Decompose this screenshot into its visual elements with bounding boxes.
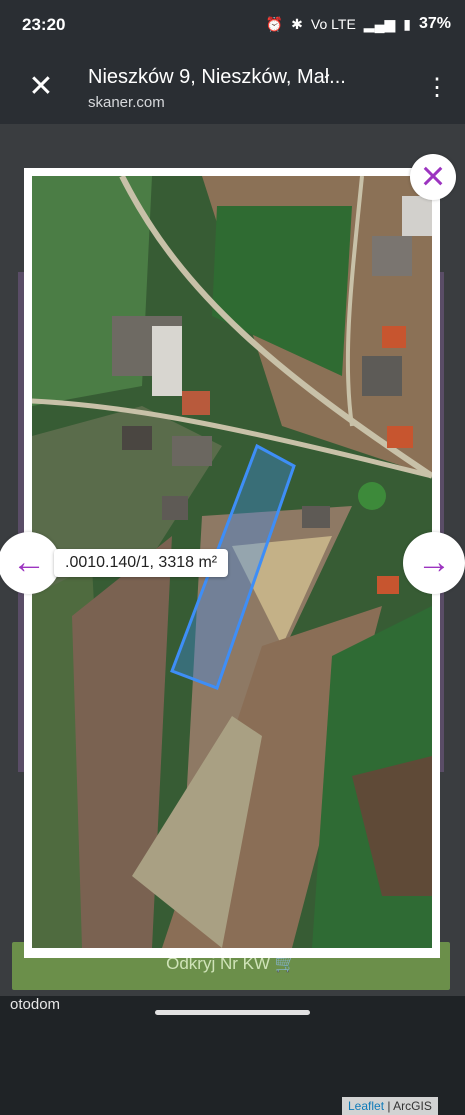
next-image-button[interactable]: → (403, 532, 465, 594)
network-label: Vo LTE (310, 16, 356, 32)
parcel-tooltip: .0010.140/1, 3318 m² (54, 549, 229, 577)
close-icon: × (420, 152, 446, 199)
status-icons: ⏰ ✱ Vo LTE ▂▄▆ ▮ 37% (266, 15, 451, 33)
menu-icon[interactable]: ⋮ (425, 74, 449, 102)
close-modal-button[interactable]: × (410, 154, 456, 200)
arcgis-label: ArcGIS (393, 1099, 432, 1113)
status-time: 23:20 (22, 15, 66, 34)
status-bar: 23:20 ⏰ ✱ Vo LTE ▂▄▆ ▮ 37% (0, 0, 465, 52)
attribution-separator: | (387, 1099, 391, 1113)
page-url: skaner.com (88, 94, 165, 111)
gesture-bar[interactable] (155, 1010, 310, 1015)
footer: otodom (0, 996, 465, 1023)
previous-image-button[interactable]: ← (0, 532, 60, 594)
brand-logo: otodom (10, 996, 61, 1013)
battery-icon: ▮ (403, 15, 411, 32)
battery-percent: 37% (418, 15, 451, 32)
signal-icon: ▂▄▆ (363, 15, 396, 32)
bluetooth-icon: ✱ (291, 15, 303, 32)
arrow-right-icon: → (417, 543, 451, 581)
arrow-left-icon: ← (12, 543, 46, 581)
map-attribution: Leaflet | ArcGIS (342, 1097, 438, 1115)
close-icon[interactable]: ✕ (24, 70, 58, 104)
alarm-icon: ⏰ (265, 15, 284, 32)
leaflet-link[interactable]: Leaflet (348, 1099, 384, 1113)
browser-toolbar: ✕ Nieszków 9, Nieszków, Mał... skaner.co… (0, 52, 465, 124)
page-title: Nieszków 9, Nieszków, Mał... (88, 66, 346, 88)
